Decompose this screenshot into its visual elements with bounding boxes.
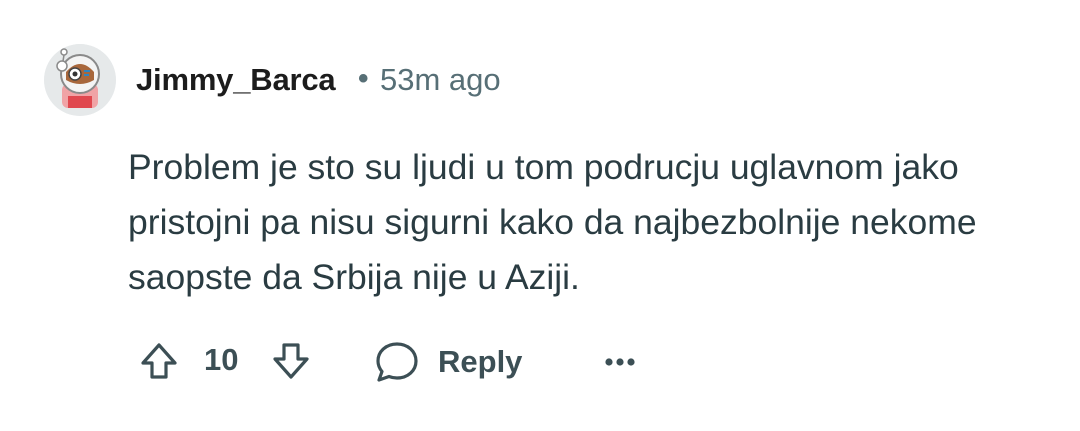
upvote-button[interactable] (134, 336, 184, 386)
comment-actions: 10 Reply (130, 332, 1030, 392)
reply-button[interactable]: Reply (374, 334, 522, 390)
upvote-arrow-icon (141, 343, 177, 379)
astronaut-avatar-icon (44, 44, 116, 116)
more-options-button[interactable] (600, 342, 640, 382)
comment-timestamp: 53m ago (380, 62, 501, 97)
comment-author[interactable]: Jimmy_Barca (136, 62, 336, 98)
ellipsis-icon (605, 358, 635, 366)
speech-bubble-icon (376, 342, 418, 382)
downvote-arrow-icon (273, 343, 309, 379)
vote-score: 10 (204, 342, 239, 377)
user-avatar[interactable] (44, 44, 116, 116)
downvote-button[interactable] (266, 336, 316, 386)
reply-label: Reply (438, 344, 523, 379)
meta-separator: • (358, 62, 369, 95)
comment-body: Problem je sto su ljudi u tom podrucju u… (128, 147, 977, 297)
